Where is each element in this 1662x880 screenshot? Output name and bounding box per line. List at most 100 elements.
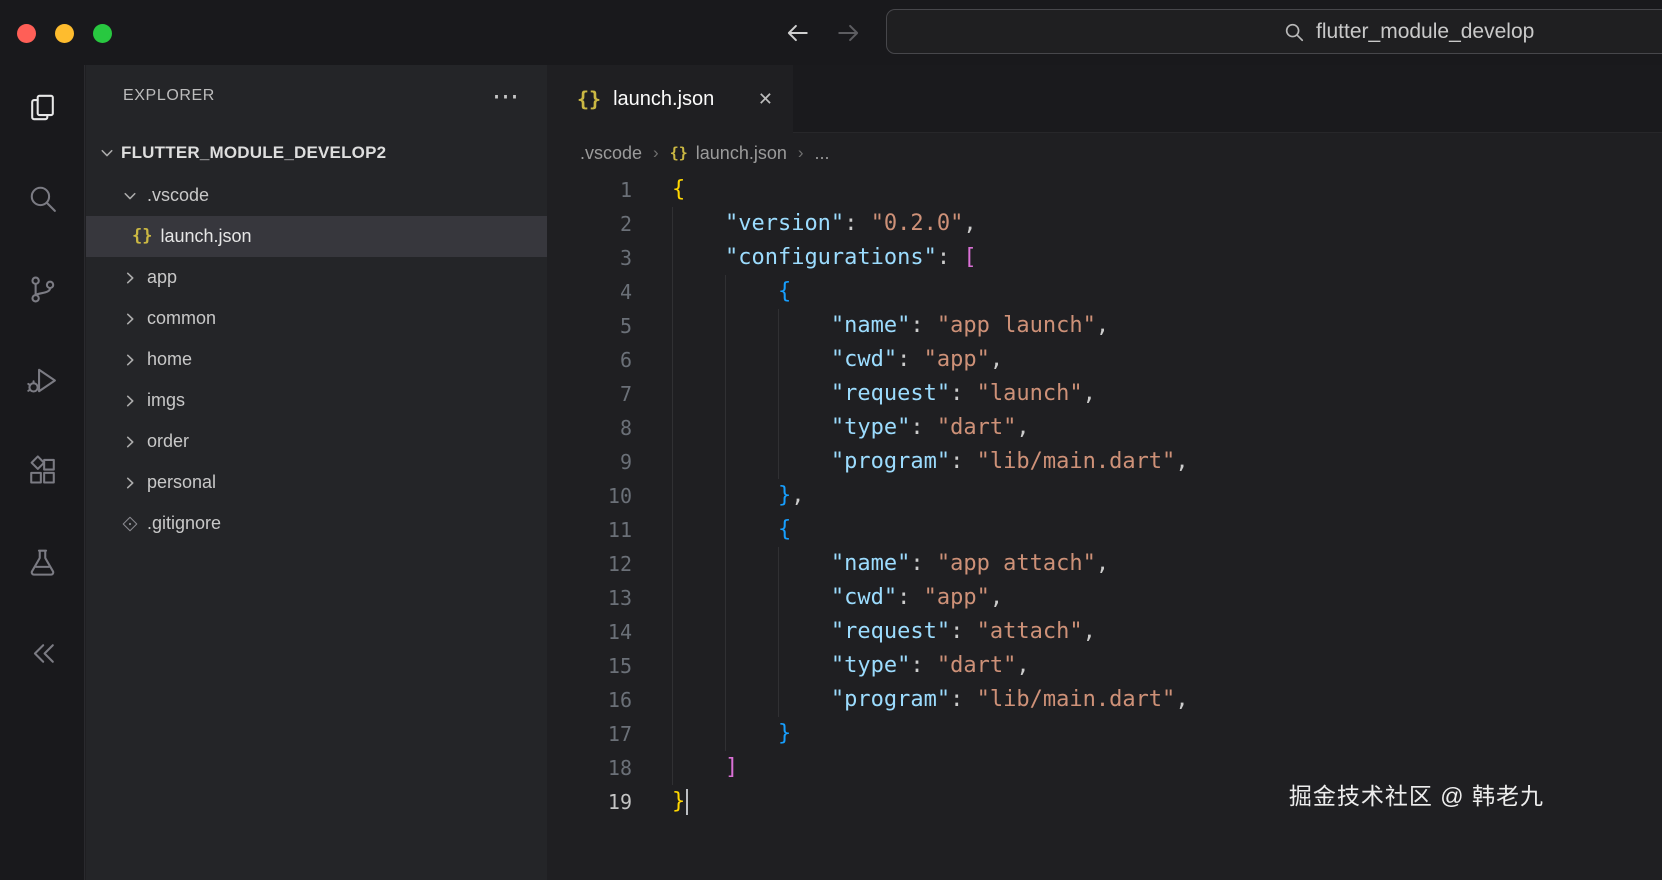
chevron-right-icon [121, 269, 139, 287]
line-content[interactable]: "program": "lib/main.dart", [672, 683, 1189, 717]
line-content[interactable]: "cwd": "app", [672, 343, 1003, 377]
breadcrumb-item[interactable]: ... [815, 143, 830, 164]
line-content[interactable]: "name": "app launch", [672, 309, 1109, 343]
line-number[interactable]: 3 [547, 241, 632, 275]
git-icon [121, 515, 139, 533]
tree-item-common[interactable]: common [86, 298, 547, 339]
line-number[interactable]: 9 [547, 445, 632, 479]
line-number[interactable]: 1 [547, 173, 632, 207]
tree-item-personal[interactable]: personal [86, 462, 547, 503]
sidebar-explorer: EXPLORER ⋯ FLUTTER_MODULE_DEVELOP2 .vsco… [86, 65, 547, 880]
indent-guide [778, 581, 831, 615]
indent-guide [725, 547, 778, 581]
indent-guide [778, 445, 831, 479]
json-icon: {} [132, 228, 152, 245]
back-button[interactable] [781, 17, 813, 49]
vscode-window: flutter_module_develop EXPLORER ⋯ FLUTTE… [0, 0, 1662, 880]
code-line-12: 12 "name": "app attach", [547, 547, 1662, 581]
line-content[interactable]: "cwd": "app", [672, 581, 1003, 615]
forward-button[interactable] [833, 17, 865, 49]
line-content[interactable]: "request": "launch", [672, 377, 1096, 411]
tree-item-gitignore[interactable]: .gitignore [86, 503, 547, 544]
line-number[interactable]: 11 [547, 513, 632, 547]
tree-item-home[interactable]: home [86, 339, 547, 380]
breadcrumb-item[interactable]: {}launch.json [670, 143, 787, 164]
tab-launch-json[interactable]: {} launch.json ✕ [547, 65, 793, 133]
more-actions-button[interactable]: ⋯ [492, 89, 519, 103]
tab-label: launch.json [613, 88, 714, 111]
maximize-window-button[interactable] [93, 24, 112, 43]
line-number[interactable]: 13 [547, 581, 632, 615]
command-center[interactable]: flutter_module_develop [886, 9, 1662, 54]
line-content[interactable]: "configurations": [ [672, 241, 977, 275]
minimize-window-button[interactable] [55, 24, 74, 43]
line-number[interactable]: 4 [547, 275, 632, 309]
history-nav [781, 17, 865, 49]
indent-guide [778, 309, 831, 343]
line-number[interactable]: 17 [547, 717, 632, 751]
window-controls [17, 24, 112, 43]
tree-root-folder[interactable]: FLUTTER_MODULE_DEVELOP2 [86, 137, 547, 169]
line-content[interactable]: } [672, 785, 688, 819]
line-content[interactable]: "version": "0.2.0", [672, 207, 977, 241]
line-content[interactable]: "program": "lib/main.dart", [672, 445, 1189, 479]
line-content[interactable]: { [672, 173, 685, 207]
line-number[interactable]: 10 [547, 479, 632, 513]
json-icon: {} [577, 89, 601, 109]
line-number[interactable]: 6 [547, 343, 632, 377]
indent-guide [672, 513, 725, 547]
indent-guide [672, 411, 725, 445]
tree-item-app[interactable]: app [86, 257, 547, 298]
line-content[interactable]: { [672, 513, 791, 547]
indent-guide [725, 445, 778, 479]
line-content[interactable]: "name": "app attach", [672, 547, 1109, 581]
line-number[interactable]: 19 [547, 785, 632, 819]
activity-item-extensions[interactable] [18, 450, 66, 498]
indent-guide [725, 479, 778, 513]
code-line-14: 14 "request": "attach", [547, 615, 1662, 649]
code-line-10: 10}, [547, 479, 1662, 513]
arrow-left-icon [784, 20, 810, 46]
activity-item-references[interactable] [18, 632, 66, 680]
titlebar: flutter_module_develop [0, 0, 1662, 65]
activity-item-explorer[interactable] [18, 86, 66, 134]
activity-item-testing[interactable] [18, 541, 66, 589]
code-lines[interactable]: 1 {2 "version": "0.2.0", 3 "configurations":… [547, 173, 1662, 880]
line-content[interactable]: "type": "dart", [672, 649, 1030, 683]
activity-item-search[interactable] [18, 177, 66, 225]
line-number[interactable]: 12 [547, 547, 632, 581]
command-center-text: flutter_module_develop [1316, 20, 1534, 44]
line-content[interactable]: { [672, 275, 791, 309]
indent-guide [778, 683, 831, 717]
code-line-2: 2 "version": "0.2.0", [547, 207, 1662, 241]
line-number[interactable]: 2 [547, 207, 632, 241]
close-icon[interactable]: ✕ [758, 89, 773, 110]
line-number[interactable]: 8 [547, 411, 632, 445]
breadcrumb-item[interactable]: .vscode [580, 143, 642, 164]
line-number[interactable]: 15 [547, 649, 632, 683]
code-line-11: 11 { [547, 513, 1662, 547]
line-content[interactable]: "request": "attach", [672, 615, 1096, 649]
tree-item-launchjson[interactable]: {}launch.json [86, 216, 547, 257]
chevron-down-icon [121, 187, 139, 205]
line-content[interactable]: }, [672, 479, 804, 513]
line-number[interactable]: 18 [547, 751, 632, 785]
tree-item-order[interactable]: order [86, 421, 547, 462]
code-line-15: 15 "type": "dart", [547, 649, 1662, 683]
tree-item-imgs[interactable]: imgs [86, 380, 547, 421]
line-content[interactable]: "type": "dart", [672, 411, 1030, 445]
line-number[interactable]: 7 [547, 377, 632, 411]
close-window-button[interactable] [17, 24, 36, 43]
line-content[interactable]: ] [672, 751, 738, 785]
line-number[interactable]: 5 [547, 309, 632, 343]
activity-item-source-control[interactable] [18, 268, 66, 316]
indent-guide [778, 343, 831, 377]
code-line-3: 3 "configurations": [ [547, 241, 1662, 275]
line-number[interactable]: 14 [547, 615, 632, 649]
line-content[interactable]: } [672, 717, 791, 751]
activity-item-run-debug[interactable] [18, 359, 66, 407]
line-number[interactable]: 16 [547, 683, 632, 717]
files-icon [26, 91, 59, 129]
tree-item-vscode[interactable]: .vscode [86, 175, 547, 216]
tree-item-label: home [147, 349, 192, 370]
